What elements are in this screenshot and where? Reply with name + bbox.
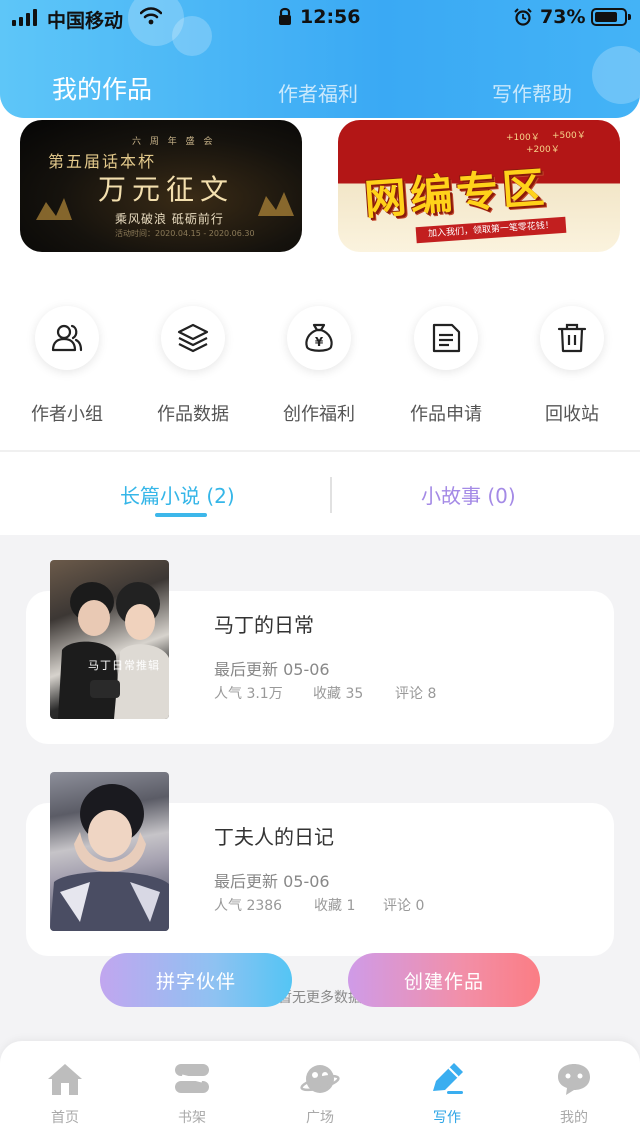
shortcut-circle bbox=[540, 306, 604, 370]
shortcut-work-application[interactable]: 作品申请 bbox=[391, 306, 501, 426]
partner-button[interactable]: 拼字伙伴 bbox=[100, 953, 292, 1007]
alarm-icon bbox=[514, 8, 532, 26]
lock-icon bbox=[279, 7, 291, 25]
cover-caption: 马丁日常推辑 bbox=[88, 659, 160, 672]
banner-contest[interactable]: 六 周 年 盛 会 第五届话本杯 万元征文 乘风破浪 砥砺前行 活动时间：202… bbox=[20, 120, 302, 252]
shortcut-label: 回收站 bbox=[545, 404, 599, 425]
pen-icon bbox=[433, 1063, 463, 1094]
book-cover[interactable] bbox=[50, 772, 169, 931]
book-favorites: 收藏 35 bbox=[313, 686, 364, 702]
shortcut-label: 作者小组 bbox=[31, 404, 103, 425]
carrier-name: 中国移动 bbox=[47, 10, 124, 32]
wifi-icon bbox=[140, 7, 162, 25]
banner-network-title: 网编专区 bbox=[362, 162, 550, 225]
shortcut-work-data[interactable]: 作品数据 bbox=[138, 306, 248, 426]
trash-icon bbox=[557, 323, 587, 353]
no-more-data-text: 暂无更多数据 bbox=[278, 990, 362, 1006]
book-updated: 最后更新 05-06 bbox=[214, 872, 330, 891]
header-tabs: 我的作品 作者福利 写作帮助 bbox=[0, 70, 640, 110]
app-header: 中国移动 12:56 73% 我的作品 作者福利 写作帮助 bbox=[0, 0, 640, 118]
battery-icon bbox=[591, 8, 631, 26]
tab-writing-help[interactable]: 写作帮助 bbox=[492, 78, 572, 107]
planet-icon bbox=[300, 1065, 340, 1093]
tabbar-item-bookshelf[interactable]: 书架 bbox=[147, 1061, 237, 1127]
svg-text:¥: ¥ bbox=[315, 335, 324, 349]
cover-portrait-image bbox=[50, 784, 169, 931]
banner-network-zone[interactable]: +100￥ +500￥ +200￥ 网编专区 加入我们，领取第一笔零花钱！ bbox=[338, 120, 620, 252]
money-bag-icon: ¥ bbox=[305, 323, 333, 352]
book-comments: 评论 8 bbox=[395, 686, 437, 702]
tab-separator bbox=[330, 477, 332, 513]
cover-figures-image bbox=[58, 582, 169, 719]
banner-contest-title: 万元征文 bbox=[98, 173, 235, 206]
gold-ornament-icon bbox=[258, 192, 294, 216]
tabbar-item-plaza[interactable]: 广场 bbox=[275, 1061, 365, 1127]
tabbar-label: 广场 bbox=[306, 1110, 334, 1126]
tab-my-works[interactable]: 我的作品 bbox=[52, 70, 152, 106]
bookshelf-icon bbox=[175, 1064, 209, 1093]
tabbar-label: 写作 bbox=[433, 1110, 461, 1126]
create-work-button[interactable]: 创建作品 bbox=[348, 953, 540, 1007]
tabbar-item-home[interactable]: 首页 bbox=[20, 1061, 110, 1127]
gold-ornament-icon bbox=[36, 198, 72, 220]
shortcut-circle: ¥ bbox=[287, 306, 351, 370]
book-comments: 评论 0 bbox=[383, 898, 425, 914]
shortcut-circle bbox=[414, 306, 478, 370]
banner-contest-small: 六 周 年 盛 会 bbox=[132, 137, 216, 147]
shortcut-label: 创作福利 bbox=[283, 404, 355, 425]
tabbar-item-mine[interactable]: 我的 bbox=[529, 1061, 619, 1127]
home-icon bbox=[48, 1064, 82, 1095]
tab-active-indicator bbox=[155, 513, 207, 517]
tab-short-story[interactable]: 小故事 (0) bbox=[421, 480, 516, 509]
divider bbox=[0, 450, 640, 452]
tab-author-welfare[interactable]: 作者福利 bbox=[278, 78, 358, 107]
shortcut-creation-welfare[interactable]: ¥ 创作福利 bbox=[264, 306, 374, 426]
book-popularity: 人气 2386 bbox=[214, 898, 283, 914]
layers-icon bbox=[177, 323, 209, 353]
status-time: 12:56 bbox=[300, 6, 361, 28]
shortcut-circle bbox=[161, 306, 225, 370]
signal-icon bbox=[12, 9, 37, 26]
tabbar-label: 首页 bbox=[51, 1110, 79, 1126]
battery-percent: 73% bbox=[540, 6, 586, 28]
chat-face-icon bbox=[558, 1064, 590, 1095]
shortcut-circle bbox=[35, 306, 99, 370]
banner-contest-date: 活动时间：2020.04.15 - 2020.06.30 bbox=[115, 229, 255, 238]
document-icon bbox=[432, 323, 461, 353]
bottom-tab-bar: 首页 书架 广场 写作 我的 bbox=[0, 1041, 640, 1139]
status-bar: 中国移动 12:56 73% bbox=[0, 0, 640, 36]
book-favorites: 收藏 1 bbox=[314, 898, 356, 914]
page: 六 周 年 盛 会 第五届话本杯 万元征文 乘风破浪 砥砺前行 活动时间：202… bbox=[0, 0, 640, 1139]
tabbar-item-write[interactable]: 写作 bbox=[402, 1061, 492, 1127]
book-title[interactable]: 丁夫人的日记 bbox=[214, 821, 334, 850]
money-tag: +500￥ bbox=[552, 131, 586, 141]
shortcut-label: 作品申请 bbox=[410, 404, 482, 425]
banner-contest-slogan: 乘风破浪 砥砺前行 bbox=[115, 212, 224, 226]
users-icon bbox=[51, 324, 83, 352]
book-cover[interactable]: 马丁日常推辑 bbox=[50, 560, 169, 719]
book-title[interactable]: 马丁的日常 bbox=[214, 609, 314, 638]
book-popularity: 人气 3.1万 bbox=[214, 686, 283, 702]
tabbar-label: 书架 bbox=[178, 1110, 206, 1126]
tab-long-novel[interactable]: 长篇小说 (2) bbox=[120, 480, 235, 509]
shortcut-recycle-bin[interactable]: 回收站 bbox=[517, 306, 627, 426]
shortcut-author-group[interactable]: 作者小组 bbox=[12, 306, 122, 426]
shortcut-label: 作品数据 bbox=[157, 404, 229, 425]
tabbar-label: 我的 bbox=[560, 1110, 588, 1126]
book-updated: 最后更新 05-06 bbox=[214, 660, 330, 679]
